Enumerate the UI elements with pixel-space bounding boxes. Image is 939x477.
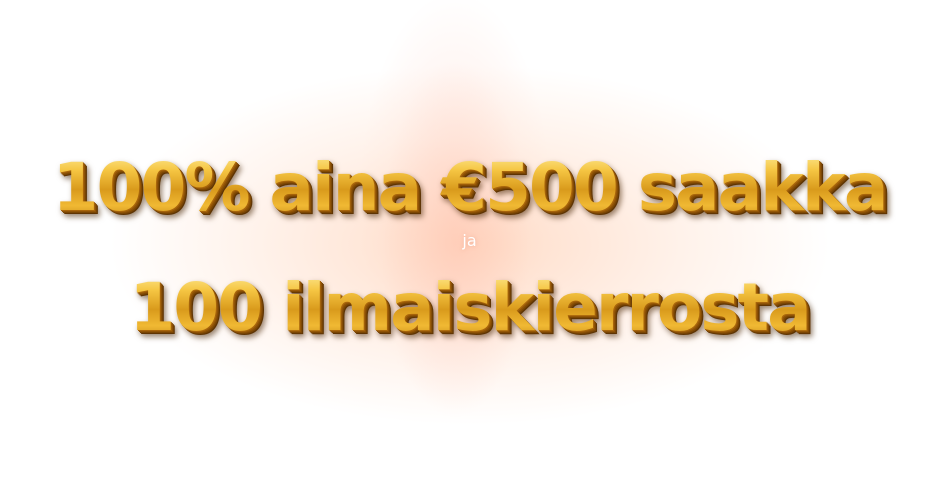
free-spins-headline: 100 ilmaiskierrosta bbox=[0, 268, 939, 348]
connector-text: ja bbox=[462, 231, 477, 250]
promo-banner: 100% aina €500 saakka ja 100 ilmaiskierr… bbox=[0, 0, 939, 477]
bonus-headline: 100% aina €500 saakka bbox=[0, 148, 939, 228]
